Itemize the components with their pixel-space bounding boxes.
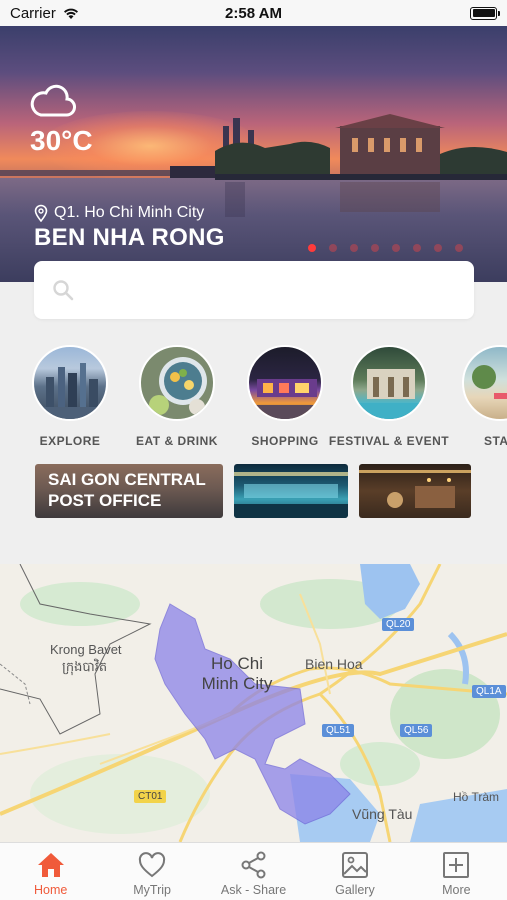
category-festival-event-image: [351, 345, 427, 421]
card-night-venue[interactable]: [234, 464, 348, 518]
wifi-icon: [63, 8, 78, 19]
hero-banner[interactable]: 30°C Q1. Ho Chi Minh City BEN NHA RONG: [0, 26, 507, 282]
carousel-dot[interactable]: [434, 244, 442, 252]
category-list: EXPLORE EAT & DRINK SHOPPING FESTIVAL & …: [0, 345, 507, 455]
card-sai-gon-central-post-office[interactable]: SAI GON CENTRAL POST OFFICE: [35, 464, 223, 518]
status-bar: Carrier 2:58 AM: [0, 0, 507, 26]
category-stay-image: [462, 345, 507, 421]
card-restaurant[interactable]: [359, 464, 471, 518]
road-badge-ct01: CT01: [134, 790, 167, 803]
carousel-dot[interactable]: [392, 244, 400, 252]
tab-mytrip[interactable]: MyTrip: [101, 843, 202, 900]
carousel-dot[interactable]: [371, 244, 379, 252]
search-icon: [53, 280, 74, 301]
category-eat-drink-image: [139, 345, 215, 421]
tab-home-label: Home: [34, 883, 68, 897]
tab-mytrip-label: MyTrip: [133, 883, 171, 897]
map-canvas: [0, 564, 507, 842]
heart-icon: [139, 852, 166, 878]
map-label-bien-hoa: Bien Hoa: [305, 656, 363, 672]
category-shopping-image: [247, 345, 323, 421]
card-title: SAI GON CENTRAL POST OFFICE: [48, 470, 206, 510]
hero-title: BEN NHA RONG: [34, 224, 225, 251]
carousel-dots[interactable]: [308, 244, 463, 252]
share-icon: [241, 851, 266, 879]
carousel-dot[interactable]: [329, 244, 337, 252]
home-icon: [37, 853, 64, 877]
tab-gallery-label: Gallery: [335, 883, 375, 897]
tab-bar: Home MyTrip Ask - Share Gallery More: [0, 842, 507, 900]
road-badge-ql20: QL20: [382, 618, 415, 631]
map-view[interactable]: Krong Bavet ក្រុងបាវិត Ho Chi Minh City …: [0, 564, 507, 842]
road-badge-ql1a: QL1A: [472, 685, 506, 698]
carousel-dot[interactable]: [308, 244, 316, 252]
search-bar[interactable]: [34, 261, 474, 319]
card-night-venue-image: [234, 472, 348, 518]
carousel-dot[interactable]: [413, 244, 421, 252]
road-badge-ql51: QL51: [322, 724, 355, 737]
tab-ask-share-label: Ask - Share: [220, 883, 287, 897]
category-stay[interactable]: STAY: [435, 345, 507, 448]
battery-icon: [470, 6, 500, 20]
road-badge-ql56: QL56: [400, 724, 433, 737]
search-input[interactable]: [86, 281, 446, 299]
image-icon: [341, 852, 368, 878]
map-label-vung-tau: Vũng Tàu: [352, 806, 413, 822]
category-explore-image: [32, 345, 108, 421]
carousel-dot[interactable]: [350, 244, 358, 252]
featured-cards: SAI GON CENTRAL POST OFFICE: [0, 464, 507, 520]
map-label-ho-tram: Hồ Tràm: [453, 790, 500, 804]
cloud-icon: [30, 84, 76, 117]
tab-ask-share[interactable]: Ask - Share: [203, 843, 304, 900]
temperature-label: 30°C: [30, 125, 93, 156]
map-label-city: Ho Chi Minh City: [201, 654, 273, 693]
tab-home[interactable]: Home: [0, 843, 101, 900]
category-stay-label: STAY: [483, 434, 507, 448]
map-label-krong-bavet: Krong Bavet: [50, 642, 122, 657]
map-label-krong-bavet-khmer: ក្រុងបាវិត: [62, 659, 108, 674]
hero-location: Q1. Ho Chi Minh City: [34, 204, 204, 222]
tab-more[interactable]: More: [406, 843, 507, 900]
carrier-label: Carrier: [10, 4, 56, 22]
plus-square-icon: [443, 852, 470, 878]
location-pin-icon: [34, 204, 48, 222]
weather-widget: 30°C: [30, 84, 93, 157]
card-restaurant-image: [359, 470, 471, 508]
tab-more-label: More: [442, 883, 471, 897]
hero-location-label: Q1. Ho Chi Minh City: [54, 204, 205, 221]
tab-gallery[interactable]: Gallery: [304, 843, 405, 900]
carousel-dot[interactable]: [455, 244, 463, 252]
